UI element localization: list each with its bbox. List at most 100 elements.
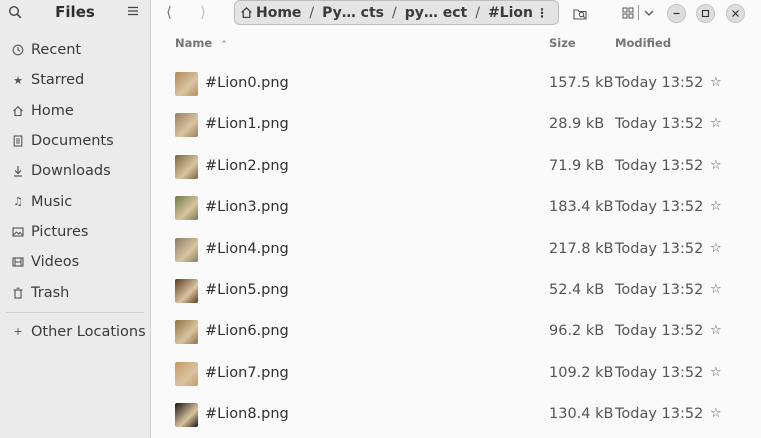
sidebar-item-videos[interactable]: Videos xyxy=(0,247,150,277)
file-modified: Today 13:52 xyxy=(615,116,704,133)
star-icon[interactable]: ☆ xyxy=(710,282,722,297)
file-name: #Lion6.png xyxy=(205,323,289,340)
minimize-button[interactable] xyxy=(667,4,686,23)
file-row[interactable]: #Lion3.png 183.4 kB Today 13:52 ☆ xyxy=(151,188,761,229)
column-header-modified[interactable]: Modified xyxy=(615,36,671,50)
file-row[interactable]: #Lion4.png 217.8 kB Today 13:52 ☆ xyxy=(151,230,761,271)
file-row[interactable]: #Lion1.png 28.9 kB Today 13:52 ☆ xyxy=(151,105,761,146)
star-icon[interactable]: ☆ xyxy=(710,199,722,214)
path-bar: Home / Py… cts / py… ect / #Lion ⋮ xyxy=(234,0,559,25)
chevron-right-icon: ⟩ xyxy=(200,3,206,21)
file-thumbnail xyxy=(175,154,198,179)
column-header-name[interactable]: Name ⌃ xyxy=(175,36,228,50)
file-thumbnail xyxy=(175,361,198,386)
file-size: 71.9 kB xyxy=(549,157,605,174)
star-icon: ★ xyxy=(13,73,23,87)
forward-button[interactable]: ⟩ xyxy=(195,4,211,20)
file-row[interactable]: #Lion0.png 157.5 kB Today 13:52 ☆ xyxy=(151,64,761,105)
star-icon[interactable]: ☆ xyxy=(710,116,722,131)
home-icon xyxy=(241,7,252,19)
maximize-button[interactable] xyxy=(696,4,715,23)
picture-icon xyxy=(12,226,24,238)
file-row[interactable]: #Lion2.png 71.9 kB Today 13:52 ☆ xyxy=(151,147,761,188)
column-label: Name xyxy=(175,36,213,50)
sidebar-item-recent[interactable]: Recent xyxy=(0,35,150,65)
file-modified: Today 13:52 xyxy=(615,75,704,91)
sidebar-item-label: Other Locations xyxy=(31,323,146,340)
file-size: 28.9 kB xyxy=(549,116,605,133)
star-icon[interactable]: ☆ xyxy=(710,406,722,421)
hamburger-menu-icon[interactable] xyxy=(126,4,140,18)
file-modified: Today 13:52 xyxy=(615,323,704,340)
file-row[interactable]: #Lion5.png 52.4 kB Today 13:52 ☆ xyxy=(151,271,761,312)
sidebar-header: Files xyxy=(0,0,150,26)
file-size: 52.4 kB xyxy=(549,282,605,298)
file-row[interactable]: #Lion8.png 130.4 kB Today 13:52 ☆ xyxy=(151,395,761,436)
download-icon xyxy=(12,165,24,177)
file-row[interactable]: #Lion6.png 96.2 kB Today 13:52 ☆ xyxy=(151,312,761,353)
star-icon[interactable]: ☆ xyxy=(710,241,722,256)
sidebar-item-label: Trash xyxy=(31,284,70,301)
toolbar-divider xyxy=(638,5,639,20)
close-icon xyxy=(732,10,739,17)
sidebar-item-label: Starred xyxy=(31,72,85,89)
file-size: 130.4 kB xyxy=(549,406,614,423)
sidebar-item-music[interactable]: ♫ Music xyxy=(0,186,150,216)
sort-ascending-icon: ⌃ xyxy=(220,40,228,50)
file-thumbnail xyxy=(175,237,198,262)
file-thumbnail xyxy=(175,403,198,428)
sidebar-item-other-locations[interactable]: + Other Locations xyxy=(0,317,150,347)
sidebar-item-trash[interactable]: Trash xyxy=(0,277,150,307)
header-bar: ⟨ ⟩ Home / Py… cts / py… ect / #Lion ⋮ xyxy=(151,0,761,26)
sidebar-divider xyxy=(6,311,144,313)
file-size: 157.5 kB xyxy=(549,75,614,91)
file-row[interactable]: #Lion7.png 109.2 kB Today 13:52 ☆ xyxy=(151,354,761,395)
sidebar-item-label: Home xyxy=(31,102,74,119)
search-folder-icon[interactable] xyxy=(572,5,588,21)
crumb-separator: / xyxy=(392,4,397,21)
star-icon[interactable]: ☆ xyxy=(710,75,722,90)
crumb-2[interactable]: py… ect xyxy=(405,5,468,21)
crumb-current[interactable]: #Lion xyxy=(488,5,533,21)
sidebar-item-downloads[interactable]: Downloads xyxy=(0,156,150,186)
crumb-separator: / xyxy=(475,4,480,21)
sidebar-item-label: Downloads xyxy=(31,163,111,180)
sidebar-item-label: Documents xyxy=(31,133,114,150)
back-button[interactable]: ⟨ xyxy=(161,4,177,20)
star-icon[interactable]: ☆ xyxy=(710,365,722,380)
places-list: Recent ★ Starred Home Documents Download… xyxy=(0,35,150,347)
vertical-dots-menu-icon[interactable]: ⋮ xyxy=(536,6,548,20)
file-thumbnail xyxy=(175,113,198,138)
sidebar-item-label: Pictures xyxy=(31,223,89,240)
sidebar-item-label: Music xyxy=(31,193,73,210)
file-size: 109.2 kB xyxy=(549,364,614,381)
sidebar-item-label: Recent xyxy=(31,42,82,59)
file-size: 183.4 kB xyxy=(549,199,614,216)
file-name: #Lion3.png xyxy=(205,199,289,216)
crumb-home[interactable]: Home xyxy=(256,5,301,21)
crumb-1[interactable]: Py… cts xyxy=(322,5,384,21)
trash-icon xyxy=(12,287,24,299)
column-header-size[interactable]: Size xyxy=(549,36,576,50)
star-icon[interactable]: ☆ xyxy=(710,323,722,338)
file-list-view: Name ⌃ Size Modified #Lion0.png 157.5 kB T… xyxy=(151,26,761,438)
sidebar-item-starred[interactable]: ★ Starred xyxy=(0,65,150,95)
sidebar-item-pictures[interactable]: Pictures xyxy=(0,217,150,247)
star-icon[interactable]: ☆ xyxy=(710,158,722,173)
file-size: 96.2 kB xyxy=(549,323,605,340)
sidebar-item-home[interactable]: Home xyxy=(0,96,150,126)
file-name: #Lion1.png xyxy=(205,116,289,133)
file-modified: Today 13:52 xyxy=(615,199,704,216)
file-modified: Today 13:52 xyxy=(615,240,704,257)
music-icon: ♫ xyxy=(13,195,23,209)
file-thumbnail xyxy=(175,72,198,96)
file-name: #Lion2.png xyxy=(205,157,289,174)
clock-icon xyxy=(12,44,24,56)
chevron-down-icon[interactable] xyxy=(641,5,657,21)
close-button[interactable] xyxy=(726,4,745,23)
grid-view-icon[interactable] xyxy=(620,5,636,21)
sidebar-item-documents[interactable]: Documents xyxy=(0,126,150,156)
file-modified: Today 13:52 xyxy=(615,406,704,423)
file-modified: Today 13:52 xyxy=(615,364,704,381)
file-name: #Lion5.png xyxy=(205,282,289,298)
